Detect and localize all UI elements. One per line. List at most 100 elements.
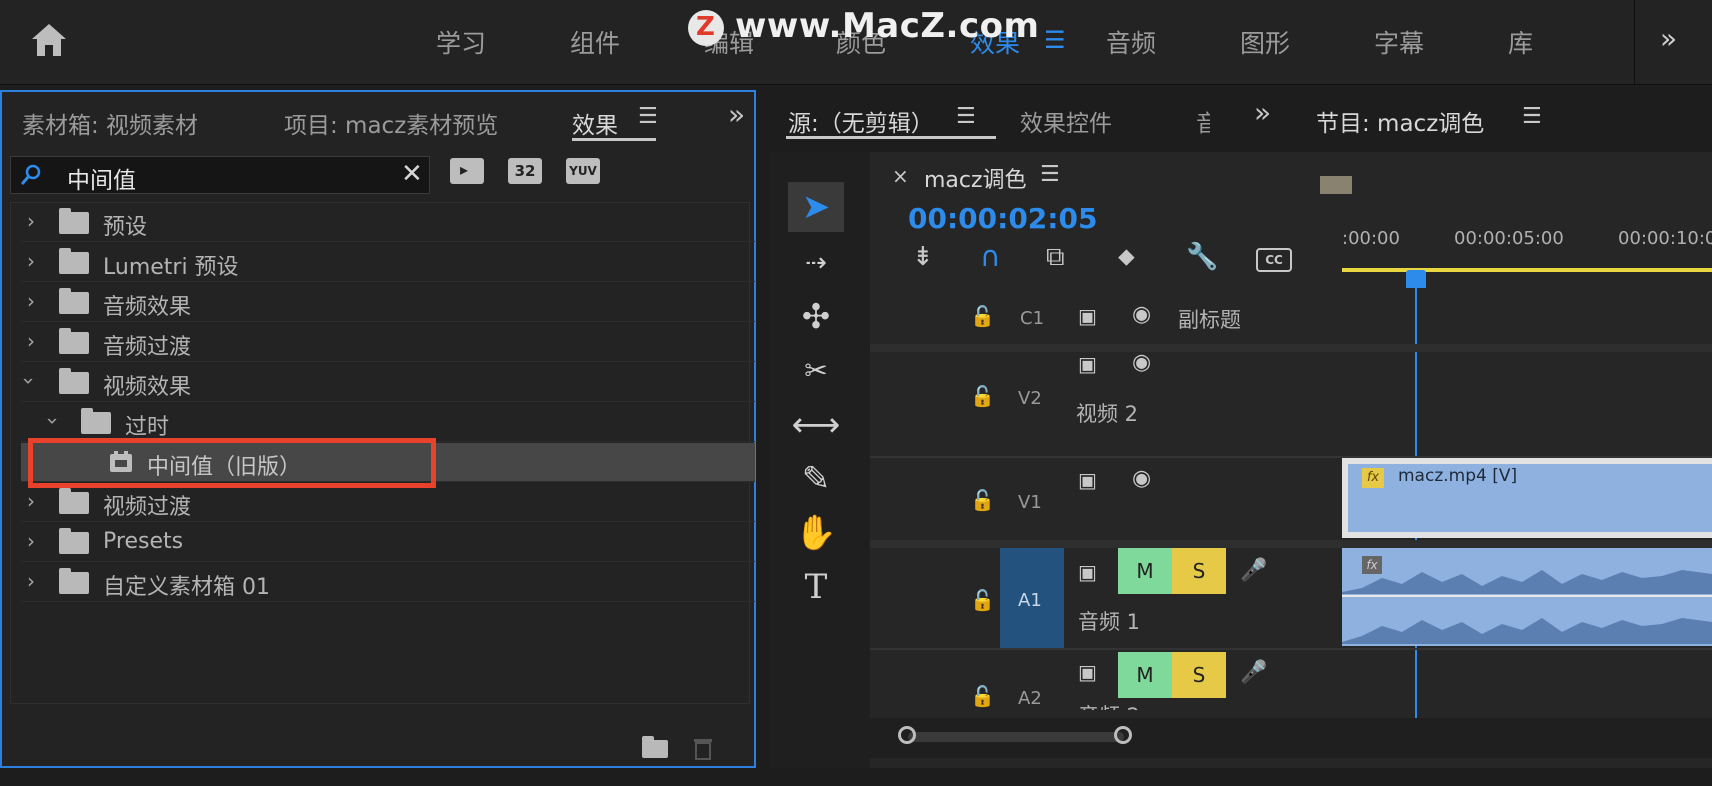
panel-menu-icon[interactable]: ☰ [638, 104, 658, 129]
linked-selection-icon[interactable]: ⧉ [1046, 242, 1065, 273]
workspace-captions[interactable]: 字幕 [1374, 24, 1424, 60]
add-marker-icon[interactable]: ⬥ [1118, 242, 1135, 270]
panel-menu-icon[interactable]: ☰ [1040, 162, 1060, 187]
video-clip-frame[interactable]: fx macz.mp4 [V] [1342, 458, 1712, 538]
ripple-edit-tool-icon[interactable]: ✣ [788, 292, 844, 342]
lock-icon[interactable]: 🔓 [970, 488, 995, 512]
chevron-right-icon[interactable]: › [27, 329, 35, 353]
chevron-right-icon[interactable]: › [27, 249, 35, 273]
workspace-assembly[interactable]: 组件 [570, 24, 620, 60]
tree-item-video-effects[interactable]: › 视频效果 [17, 363, 755, 402]
close-icon[interactable]: × [892, 164, 909, 188]
solo-button[interactable]: S [1172, 548, 1226, 594]
type-tool-icon[interactable]: T [788, 562, 844, 612]
chevron-right-icon[interactable]: › [27, 569, 35, 593]
tree-item-custom-bin[interactable]: › 自定义素材箱 01 [21, 563, 755, 602]
selection-tool-icon[interactable]: ➤ [788, 182, 844, 232]
snap-icon[interactable]: ∩ [980, 240, 1001, 273]
lock-icon[interactable]: 🔓 [970, 304, 995, 328]
workspace-audio[interactable]: 音频 [1106, 24, 1156, 60]
microphone-icon[interactable]: 🎤 [1240, 660, 1267, 685]
32-bit-icon[interactable]: 32 [508, 158, 542, 184]
slip-tool-icon[interactable]: ⟷ [788, 400, 844, 450]
eye-icon[interactable]: ◉ [1132, 350, 1151, 375]
workspace-graphics[interactable]: 图形 [1240, 24, 1290, 60]
panel-menu-icon[interactable]: ☰ [1522, 104, 1542, 129]
accelerated-effects-icon[interactable]: ▸ [450, 158, 484, 184]
chevron-down-icon[interactable]: › [17, 377, 41, 385]
double-chevron-right-icon[interactable]: » [1660, 22, 1677, 55]
trash-icon[interactable] [692, 736, 714, 760]
tree-item-audio-transitions[interactable]: › 音频过渡 [21, 323, 755, 362]
lock-icon[interactable]: 🔓 [970, 684, 995, 708]
effects-search-field[interactable]: 中间值 ✕ [10, 156, 430, 194]
work-area-bar[interactable] [1342, 268, 1712, 272]
clear-search-icon[interactable]: ✕ [401, 159, 423, 189]
tab-program[interactable]: 节目: macz调色 [1316, 104, 1484, 138]
solo-button[interactable]: S [1172, 652, 1226, 698]
panel-menu-icon[interactable]: ☰ [956, 104, 976, 129]
ruler-label: 00:00:05:00 [1454, 228, 1564, 249]
workspace-menu-icon[interactable]: ☰ [1044, 26, 1066, 54]
microphone-icon[interactable]: 🎤 [1240, 558, 1267, 583]
scroll-handle-left[interactable] [898, 726, 916, 744]
chevron-right-icon[interactable]: › [27, 209, 35, 233]
horizontal-scrollbar[interactable] [908, 732, 1124, 742]
mute-button[interactable]: M [1118, 652, 1172, 698]
tree-item-lumetri-presets[interactable]: › Lumetri 预设 [21, 243, 755, 282]
workspace-libraries[interactable]: 库 [1508, 24, 1533, 60]
track-select-tool-icon[interactable]: ⇢ [788, 238, 844, 288]
track-divider [870, 540, 1712, 548]
tree-item-video-transitions[interactable]: › 视频过渡 [21, 483, 755, 522]
tab-project[interactable]: 项目: macz素材预览 [284, 106, 498, 140]
mute-button[interactable]: M [1118, 548, 1172, 594]
scroll-handle-right[interactable] [1114, 726, 1132, 744]
toggle-sync-icon[interactable]: ▣ [1078, 304, 1097, 328]
eye-icon[interactable]: ◉ [1132, 302, 1151, 327]
hand-tool-icon[interactable]: ✋ [788, 508, 844, 558]
chevron-right-icon[interactable]: › [27, 529, 35, 553]
folder-icon [59, 488, 89, 514]
tab-source[interactable]: 源:（无剪辑） [788, 104, 934, 138]
lock-icon[interactable]: 🔓 [970, 588, 995, 612]
wrench-icon[interactable]: 🔧 [1186, 242, 1218, 272]
timecode-display[interactable]: 00:00:02:05 [908, 202, 1097, 235]
toggle-sync-icon[interactable]: ▣ [1078, 560, 1097, 584]
audio-clip[interactable]: fx [1342, 548, 1712, 646]
chevron-right-icon[interactable]: › [27, 489, 35, 513]
new-bin-icon[interactable] [642, 736, 668, 758]
lock-icon[interactable]: 🔓 [970, 384, 995, 408]
toggle-sync-icon[interactable]: ▣ [1078, 660, 1097, 684]
tab-bin[interactable]: 素材箱: 视频素材 [22, 106, 198, 140]
yuv-icon[interactable]: YUV [566, 158, 600, 184]
search-input[interactable]: 中间值 [67, 161, 136, 195]
chevron-right-icon[interactable]: › [27, 289, 35, 313]
panel-overflow-icon[interactable]: » [728, 98, 745, 131]
tree-item-label: Lumetri 预设 [103, 255, 239, 280]
tree-item-label: 音频效果 [103, 295, 192, 320]
tab-effects[interactable]: 效果 [572, 106, 618, 140]
toggle-sync-icon[interactable]: ▣ [1078, 352, 1097, 376]
time-ruler[interactable]: :00:00 00:00:05:00 00:00:10:0 [1342, 228, 1712, 274]
tab-source-underline [786, 136, 996, 139]
sequence-tab[interactable]: macz调色 [924, 162, 1027, 194]
tree-item-presets-en[interactable]: › Presets [21, 523, 755, 562]
home-icon[interactable] [30, 22, 68, 58]
panel-overflow-icon[interactable]: » [1254, 96, 1271, 129]
pen-tool-icon[interactable]: ✎ [788, 454, 844, 504]
workspace-learn[interactable]: 学习 [436, 24, 486, 60]
eye-icon[interactable]: ◉ [1132, 466, 1151, 491]
highlight-box [28, 438, 436, 488]
program-panel-tabs: 节目: macz调色 ☰ [1292, 92, 1712, 142]
chevron-down-icon[interactable]: › [41, 417, 65, 425]
captions-icon[interactable]: CC [1256, 248, 1292, 272]
tree-item-presets[interactable]: › 预设 [21, 203, 755, 242]
toggle-sync-icon[interactable]: ▣ [1078, 468, 1097, 492]
tree-item-audio-effects[interactable]: › 音频效果 [21, 283, 755, 322]
nest-icon[interactable]: ⇟ [912, 242, 934, 272]
tab-effect-controls[interactable]: 效果控件 [1020, 104, 1112, 138]
tab-audio-mixer[interactable]: 音 [1196, 104, 1210, 138]
watermark-logo: Z [688, 10, 724, 46]
razor-tool-icon[interactable]: ✂ [788, 346, 844, 396]
tree-item-obsolete[interactable]: › 过时 [21, 403, 755, 442]
